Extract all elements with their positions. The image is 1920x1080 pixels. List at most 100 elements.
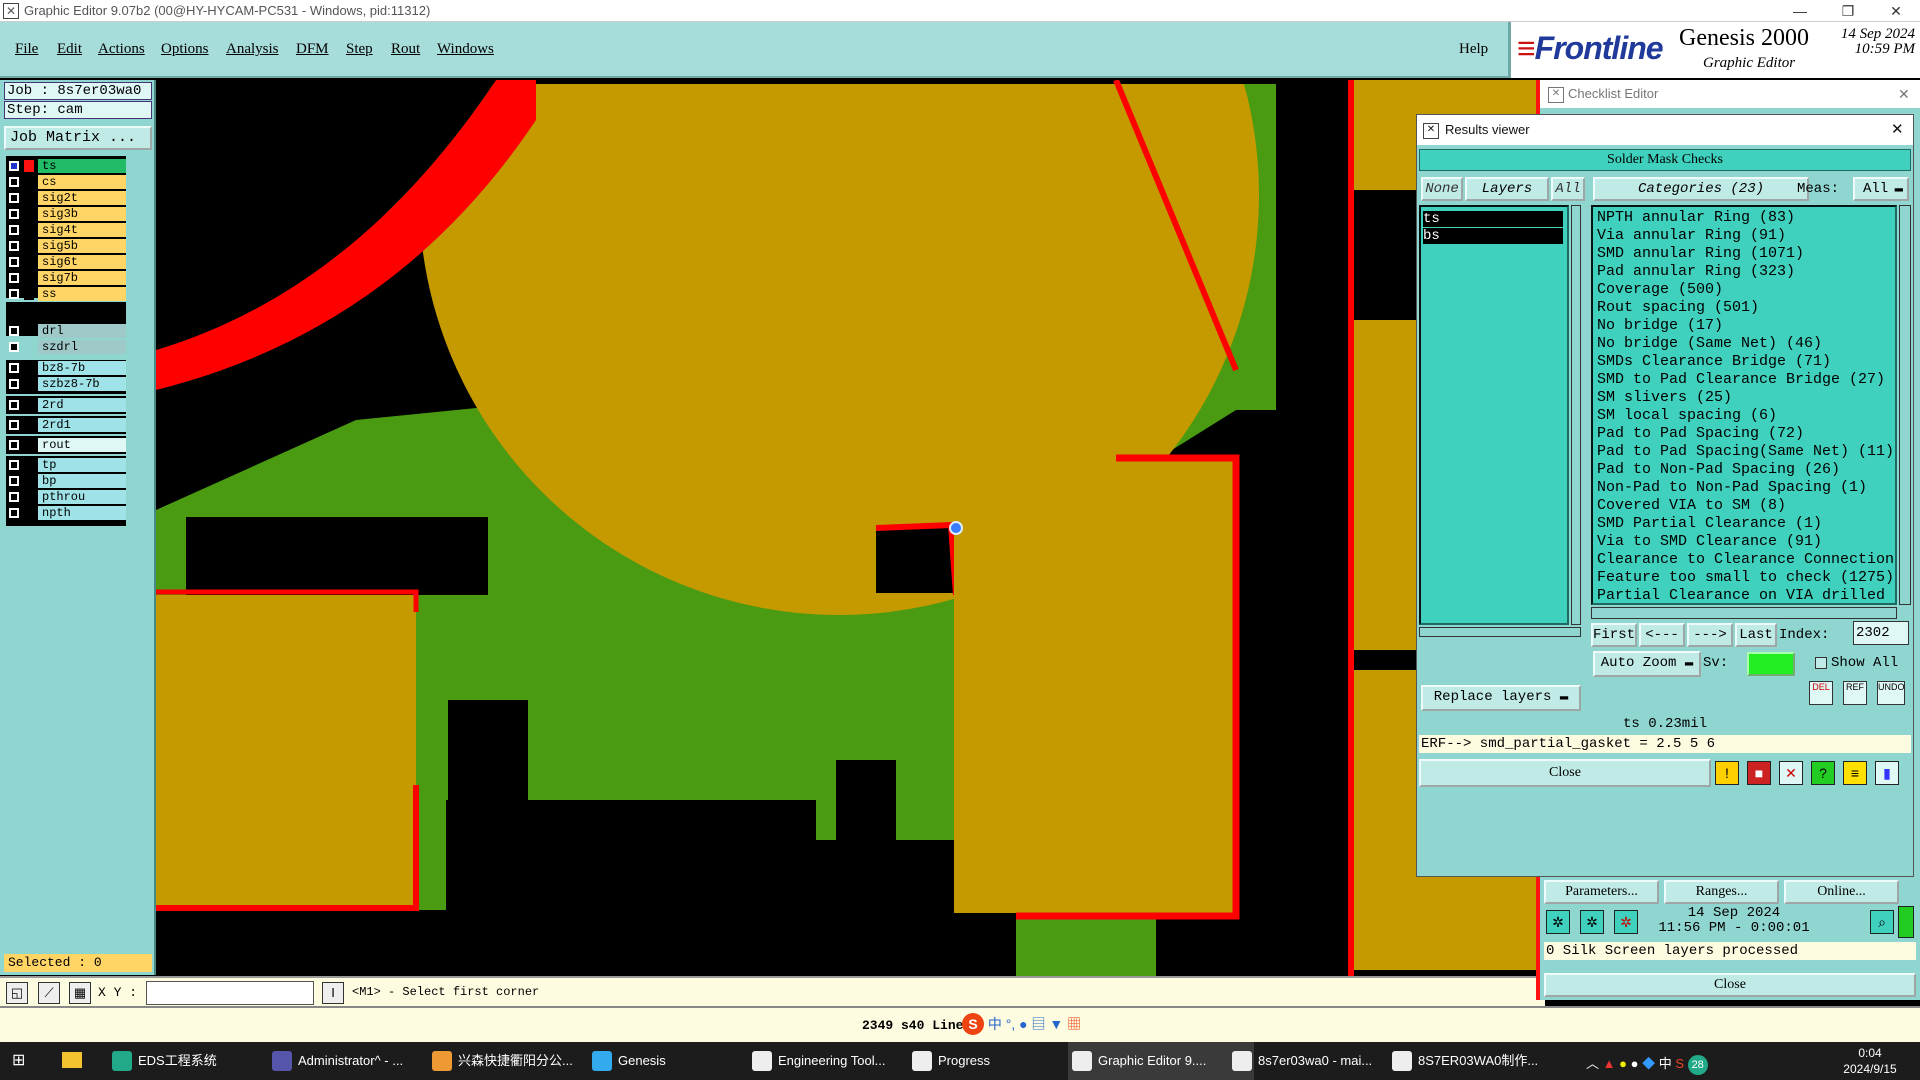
checklist-close-icon[interactable]: ✕ [1898,80,1910,108]
category-item[interactable]: Pad to Pad Spacing(Same Net) (11) [1597,443,1894,461]
layer-scrollbar[interactable] [1571,205,1581,625]
close-icon[interactable]: ✕ [1876,0,1916,22]
layer-checkbox[interactable] [9,209,19,219]
xy-input[interactable] [146,981,314,1005]
layer-checkbox[interactable] [9,257,19,267]
layer-list-item[interactable]: ts [1423,211,1563,227]
show-all-checkbox[interactable] [1815,657,1827,669]
tool-icon-4[interactable]: ? [1811,761,1835,785]
layer-row-bp[interactable]: bp [6,474,126,488]
layer-row-sig7b[interactable]: sig7b [6,271,126,285]
tray-ime-icon[interactable]: 中 [1659,1056,1672,1071]
layer-checkbox[interactable] [9,508,19,518]
layer-row-sig6t[interactable]: sig6t [6,255,126,269]
measure-icon[interactable]: ⟋ [38,982,60,1004]
layer-checkbox[interactable] [9,400,19,410]
layer-row-ss[interactable]: ss [6,287,126,301]
graphics-canvas[interactable] [156,80,1536,976]
layer-row-bz8-7b[interactable]: bz8-7b [6,361,126,375]
layer-hscrollbar[interactable] [1419,627,1581,637]
undo-icon[interactable]: UNDO [1877,681,1905,705]
menu-analysis[interactable]: Analysis [226,41,279,58]
auto-zoom-dropdown[interactable]: Auto Zoom ▬ [1593,651,1701,677]
job-matrix-button[interactable]: Job Matrix ... [4,126,152,150]
category-item[interactable]: SM slivers (25) [1597,389,1732,407]
categories-listbox[interactable]: NPTH annular Ring (83) Via annular Ring (… [1591,205,1897,605]
layer-row-ts[interactable]: ts [6,159,126,173]
taskbar-item[interactable]: Genesis [588,1042,774,1080]
restore-icon[interactable]: ❐ [1828,0,1868,22]
taskbar-clock[interactable]: 0:04 2024/9/15 [1830,1045,1910,1077]
category-item[interactable]: Via to SMD Clearance (91) [1597,533,1822,551]
layer-row-szdrl[interactable]: szdrl [6,340,126,354]
tool-icon-3[interactable]: ✕ [1779,761,1803,785]
checklist-close-button[interactable]: Close [1544,973,1916,997]
tool-icon-5[interactable]: ≡ [1843,761,1867,785]
mic-icon[interactable]: ● [1019,1016,1027,1032]
zoom-icon[interactable]: ⌕ [1870,910,1894,934]
tool-icon-1[interactable]: ! [1715,761,1739,785]
online-button[interactable]: Online... [1784,880,1899,904]
meas-dropdown[interactable]: All ▬ [1853,177,1909,201]
category-item[interactable]: Clearance to Clearance Connection [1597,551,1894,569]
layer-listbox[interactable]: ts bs [1419,205,1569,625]
taskbar-item[interactable]: 兴森快捷衢阳分公... [428,1042,614,1080]
layer-row-cs[interactable]: cs [6,175,126,189]
menu-edit[interactable]: Edit [57,41,82,58]
explorer-icon[interactable] [62,1052,82,1068]
layer-row-tp[interactable]: tp [6,458,126,472]
category-item[interactable]: Non-Pad to Non-Pad Spacing (1) [1597,479,1867,497]
layer-checkbox[interactable] [9,420,19,430]
minimize-icon[interactable]: — [1780,0,1820,22]
chart-icon[interactable]: ▮ [1875,761,1899,785]
tray-network-icon[interactable]: ▲ [1603,1056,1616,1071]
ref-icon[interactable]: REF [1843,681,1867,705]
none-button[interactable]: None [1421,177,1463,201]
category-item[interactable]: Feature too small to check (1275) [1597,569,1894,587]
layer-checkbox[interactable] [9,177,19,187]
taskbar-item[interactable]: Administrator^ - ... [268,1042,454,1080]
results-close-icon[interactable]: ✕ [1891,115,1904,145]
replace-layers-dropdown[interactable]: Replace layers ▬ [1421,685,1581,711]
category-item[interactable]: SM local spacing (6) [1597,407,1777,425]
categories-button[interactable]: Categories (23) [1593,177,1809,201]
category-item[interactable]: Coverage (500) [1597,281,1723,299]
del-icon[interactable]: DEL [1809,681,1833,705]
layer-checkbox[interactable] [9,476,19,486]
menu-file[interactable]: File [15,41,38,58]
layer-row-npth[interactable]: npth [6,506,126,520]
category-item[interactable]: SMD Partial Clearance (1) [1597,515,1822,533]
categories-hscrollbar[interactable] [1591,607,1897,619]
index-input[interactable] [1853,621,1909,645]
category-item[interactable]: Pad annular Ring (323) [1597,263,1795,281]
category-item[interactable]: No bridge (Same Net) (46) [1597,335,1822,353]
category-item[interactable]: Rout spacing (501) [1597,299,1759,317]
layer-row-pthrou[interactable]: pthrou [6,490,126,504]
layer-checkbox[interactable] [9,492,19,502]
action-icon-1[interactable]: ✲ [1546,910,1570,934]
next-button[interactable]: ---> [1687,623,1733,647]
layer-row-szbz8-7b[interactable]: szbz8-7b [6,377,126,391]
layer-checkbox[interactable] [9,161,19,171]
category-item[interactable]: Covered VIA to SM (8) [1597,497,1786,515]
layers-button[interactable]: Layers [1465,177,1549,201]
taskbar-item[interactable]: Graphic Editor 9.... [1068,1042,1254,1080]
category-item[interactable]: No bridge (17) [1597,317,1723,335]
action-icon-2[interactable]: ✲ [1580,910,1604,934]
layer-row-drl[interactable]: drl [6,324,126,338]
category-item[interactable]: SMD to Pad Clearance Bridge (27) [1597,371,1885,389]
last-button[interactable]: Last [1735,623,1777,647]
category-item[interactable]: NPTH annular Ring (83) [1597,209,1795,227]
layer-row-2rd[interactable]: 2rd [6,398,126,412]
skin-icon[interactable]: ▼ [1049,1016,1063,1032]
layer-checkbox[interactable] [9,241,19,251]
tray-app-icon[interactable]: ● [1619,1056,1627,1071]
menu-actions[interactable]: Actions [98,41,145,58]
tray-shield-icon[interactable]: ◆ [1642,1056,1655,1071]
tray-up-arrow-icon[interactable]: ︿ [1586,1056,1599,1071]
punct-icon[interactable]: °, [1006,1016,1016,1032]
tray-icons[interactable]: ︿ ▲ ● ● ◆ 中 S 28 [1586,1053,1786,1075]
sv-color-dropdown[interactable] [1747,652,1795,676]
menu-dfm[interactable]: DFM [296,41,329,58]
ime-mode-icon[interactable]: 中 [988,1016,1002,1032]
